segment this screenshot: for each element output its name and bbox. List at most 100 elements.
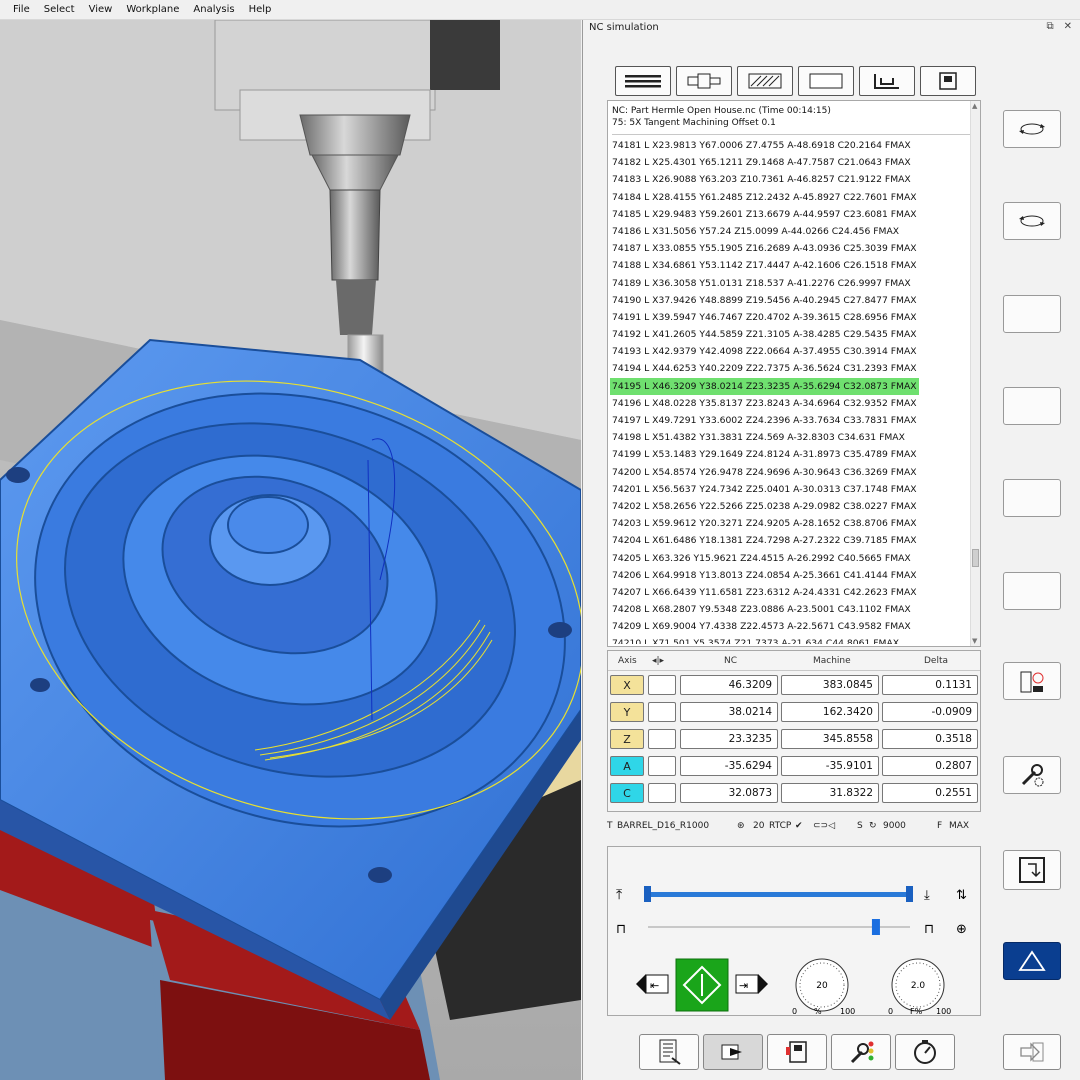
float-panel-icon[interactable]: ⧉ [1046, 21, 1053, 32]
axis-toggle[interactable] [648, 675, 676, 695]
speed-dial-value: 20 [816, 981, 828, 991]
code-line[interactable]: 74193 L X42.9379 Y42.4098 Z22.0664 A-37.… [610, 343, 968, 360]
code-line[interactable]: 74189 L X36.3058 Y51.0131 Z18.537 A-41.2… [610, 275, 968, 292]
code-line[interactable]: 74184 L X28.4155 Y61.2485 Z12.2432 A-45.… [610, 189, 968, 206]
code-line[interactable]: 74181 L X23.9813 Y67.0006 Z7.4755 A-48.6… [610, 137, 968, 154]
code-line[interactable]: 74210 L X71.501 Y5.3574 Z21.7373 A-21.63… [610, 635, 968, 644]
exit-simulation-button[interactable] [1003, 1034, 1061, 1070]
machine-gear-icon [1020, 671, 1044, 693]
axis-toggle[interactable] [648, 729, 676, 749]
code-line[interactable]: 74196 L X48.0228 Y35.8137 Z23.8243 A-34.… [610, 395, 968, 412]
code-line-text: 74205 L X63.326 Y15.9621 Z24.4515 A-26.2… [612, 552, 911, 564]
code-line[interactable]: 74187 L X33.0855 Y55.1905 Z16.2689 A-43.… [610, 240, 968, 257]
menu-analysis[interactable]: Analysis [186, 0, 241, 20]
program-view-button[interactable] [615, 66, 671, 96]
code-line[interactable]: 74206 L X64.9918 Y13.8013 Z24.0854 A-25.… [610, 567, 968, 584]
code-lines: 74181 L X23.9813 Y67.0006 Z7.4755 A-48.6… [610, 137, 968, 644]
code-line[interactable]: 74198 L X51.4382 Y31.3831 Z24.569 A-32.8… [610, 429, 968, 446]
side-blank-button-1[interactable] [1003, 295, 1061, 333]
step-start-icon[interactable]: ⊓ [616, 922, 626, 937]
scroll-thumb[interactable] [972, 549, 979, 567]
output-button[interactable] [703, 1034, 763, 1070]
loop-icon[interactable]: ⇅ [956, 888, 967, 903]
code-line[interactable]: 74194 L X44.6253 Y40.2209 Z22.7375 A-36.… [610, 360, 968, 377]
panel-window-controls: ⧉ ✕ [1046, 21, 1072, 32]
range-start-handle[interactable] [644, 886, 651, 902]
code-line[interactable]: 74202 L X58.2656 Y22.5266 Z25.0238 A-29.… [610, 498, 968, 515]
code-line[interactable]: 74199 L X53.1483 Y29.1649 Z24.8124 A-31.… [610, 446, 968, 463]
side-blank-button-2[interactable] [1003, 387, 1061, 425]
wrench-gear-icon [1021, 764, 1044, 787]
collision-warning-button[interactable] [1003, 942, 1061, 980]
code-line[interactable]: 74208 L X68.2807 Y9.5348 Z23.0886 A-23.5… [610, 601, 968, 618]
report-button[interactable] [639, 1034, 699, 1070]
rotate-reverse-button[interactable] [1003, 202, 1061, 240]
step-back-arrow-icon[interactable] [636, 974, 646, 994]
code-line[interactable]: 74191 L X39.5947 Y46.7467 Z20.4702 A-39.… [610, 309, 968, 326]
position-handle[interactable] [871, 919, 880, 935]
active-code-line[interactable]: 74195 L X46.3209 Y38.0214 Z23.3235 A-35.… [610, 377, 968, 395]
3d-viewport[interactable] [0, 20, 581, 1080]
goto-end-icon[interactable]: ⤓ [924, 888, 930, 903]
code-line[interactable]: 74209 L X69.9004 Y7.4338 Z22.4573 A-22.5… [610, 618, 968, 635]
tool-check-button[interactable] [831, 1034, 891, 1070]
axis-label: Z [610, 729, 644, 749]
step-forward-arrow-icon[interactable] [758, 974, 768, 994]
axis-toggle[interactable] [648, 783, 676, 803]
axis-toggle[interactable] [648, 702, 676, 722]
code-line[interactable]: 74200 L X54.8574 Y26.9478 Z24.9696 A-30.… [610, 464, 968, 481]
axis-toggle[interactable] [648, 756, 676, 776]
code-line[interactable]: 74188 L X34.6861 Y53.1142 Z17.4447 A-42.… [610, 257, 968, 274]
code-line-text: 74185 L X29.9483 Y59.2601 Z13.6679 A-44.… [612, 208, 917, 220]
range-track[interactable] [648, 892, 910, 897]
nc-program-listing[interactable]: NC: Part Hermle Open House.nc (Time 00:1… [607, 100, 981, 647]
menu-file[interactable]: File [6, 0, 37, 20]
machine-settings-button[interactable] [1003, 662, 1061, 700]
code-line-text: 74207 L X66.6439 Y11.6581 Z23.6312 A-24.… [612, 586, 917, 598]
wrench-lights-icon [850, 1041, 874, 1064]
axis-row-c: C 32.0873 31.8322 0.2551 [608, 781, 980, 805]
code-line[interactable]: 74183 L X26.9088 Y63.203 Z10.7361 A-46.8… [610, 171, 968, 188]
delta-value: 0.1131 [882, 675, 978, 695]
blank-view-button[interactable] [798, 66, 854, 96]
menu-select[interactable]: Select [37, 0, 82, 20]
code-line[interactable]: 74192 L X41.2605 Y44.5859 Z21.3105 A-38.… [610, 326, 968, 343]
code-line[interactable]: 74185 L X29.9483 Y59.2601 Z13.6679 A-44.… [610, 206, 968, 223]
export-frame-button[interactable] [1003, 850, 1061, 890]
axis-label: Y [610, 702, 644, 722]
code-line[interactable]: 74182 L X25.4301 Y65.1211 Z9.1468 A-47.7… [610, 154, 968, 171]
rotate-view-button[interactable] [1003, 110, 1061, 148]
time-analysis-button[interactable] [895, 1034, 955, 1070]
menu-help[interactable]: Help [242, 0, 279, 20]
code-line[interactable]: 74201 L X56.5637 Y24.7342 Z25.0401 A-30.… [610, 481, 968, 498]
machine-scene [0, 20, 581, 1080]
machine-view-button[interactable] [859, 66, 915, 96]
goto-start-icon[interactable]: ⤒ [616, 887, 622, 903]
coolant-icon: ⊛ [737, 821, 745, 831]
tool-settings-button[interactable] [1003, 756, 1061, 794]
code-line[interactable]: 74207 L X66.6439 Y11.6581 Z23.6312 A-24.… [610, 584, 968, 601]
controller-view-button[interactable] [920, 66, 976, 96]
code-line[interactable]: 74205 L X63.326 Y15.9621 Z24.4515 A-26.2… [610, 550, 968, 567]
code-line[interactable]: 74204 L X61.6486 Y18.1381 Z24.7298 A-27.… [610, 532, 968, 549]
code-line[interactable]: 74203 L X59.9612 Y20.3271 Z24.9205 A-28.… [610, 515, 968, 532]
bookmark-icon[interactable]: ⊕ [956, 922, 967, 937]
close-panel-icon[interactable]: ✕ [1064, 21, 1072, 32]
code-line[interactable]: 74190 L X37.9426 Y48.8899 Z19.5456 A-40.… [610, 292, 968, 309]
tool-view-button[interactable] [676, 66, 732, 96]
split-icon: ◂|▸ [652, 656, 665, 666]
listing-scrollbar[interactable]: ▲ ▼ [970, 101, 980, 646]
side-blank-button-4[interactable] [1003, 572, 1061, 610]
step-end-icon[interactable]: ⊓ [924, 922, 934, 937]
menu-view[interactable]: View [82, 0, 120, 20]
controller-button[interactable] [767, 1034, 827, 1070]
range-end-handle[interactable] [906, 886, 913, 902]
scroll-down-icon[interactable]: ▼ [972, 637, 977, 645]
side-blank-button-3[interactable] [1003, 479, 1061, 517]
menu-workplane[interactable]: Workplane [119, 0, 186, 20]
code-line[interactable]: 74186 L X31.5056 Y57.24 Z15.0099 A-44.02… [610, 223, 968, 240]
scroll-up-icon[interactable]: ▲ [972, 102, 977, 110]
code-line[interactable]: 74197 L X49.7291 Y33.6002 Z24.2396 A-33.… [610, 412, 968, 429]
stock-view-button[interactable] [737, 66, 793, 96]
empty-rect-icon [809, 73, 843, 89]
